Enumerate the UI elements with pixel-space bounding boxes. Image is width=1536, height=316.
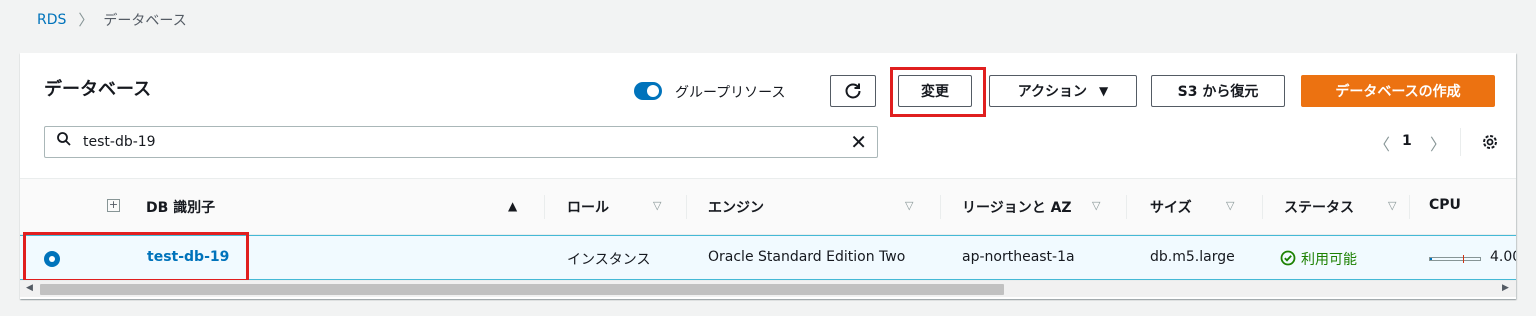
- sort-ascending-icon[interactable]: ▲: [508, 199, 517, 213]
- pagination-page-1[interactable]: 1: [1402, 133, 1412, 149]
- actions-dropdown-button[interactable]: アクション ▼: [989, 75, 1137, 107]
- page-title: データベース: [44, 79, 152, 100]
- scroll-left-icon[interactable]: ◀: [26, 283, 33, 293]
- horizontal-scrollbar[interactable]: ◀ ▶: [20, 280, 1516, 297]
- db-identifier-link[interactable]: test-db-19: [147, 249, 229, 265]
- row-select-radio[interactable]: [44, 251, 60, 267]
- column-divider: [1262, 195, 1263, 219]
- group-resources-label: グループリソース: [675, 85, 786, 101]
- sort-icon[interactable]: ▽: [1092, 199, 1100, 212]
- expand-icon[interactable]: +: [107, 199, 120, 212]
- refresh-button[interactable]: [830, 75, 876, 107]
- divider: [1460, 128, 1461, 156]
- close-icon[interactable]: ✕: [850, 130, 867, 154]
- settings-gear-icon[interactable]: [1481, 133, 1499, 151]
- restore-from-s3-button[interactable]: S3 から復元: [1151, 75, 1285, 107]
- breadcrumb-current: データベース: [103, 12, 187, 29]
- scroll-right-icon[interactable]: ▶: [1502, 283, 1509, 293]
- breadcrumb: RDS 〉 データベース: [37, 9, 187, 30]
- caret-down-icon: ▼: [1099, 84, 1109, 98]
- cell-size: db.m5.large: [1150, 249, 1235, 265]
- databases-panel: データベース グループリソース 変更 アクション ▼ S3 から復元 データベー…: [20, 53, 1516, 299]
- cell-status: 利用可能: [1301, 252, 1357, 268]
- radio-dot: [49, 256, 55, 262]
- sort-icon[interactable]: ▽: [653, 199, 661, 212]
- cell-cpu: 4.00%: [1490, 249, 1516, 265]
- cell-region-az: ap-northeast-1a: [962, 249, 1075, 265]
- search-input[interactable]: test-db-19 ✕: [44, 126, 878, 158]
- search-icon: [57, 132, 71, 146]
- column-divider: [940, 195, 941, 219]
- toggle-knob: [647, 85, 659, 97]
- scrollbar-thumb[interactable]: [40, 284, 1004, 295]
- column-header-role[interactable]: ロール: [567, 197, 609, 217]
- column-header-status[interactable]: ステータス: [1284, 197, 1354, 217]
- modify-button[interactable]: 変更: [898, 75, 972, 107]
- refresh-icon: [845, 83, 861, 99]
- column-divider: [1126, 195, 1127, 219]
- group-resources-toggle[interactable]: [634, 82, 662, 100]
- cell-engine: Oracle Standard Edition Two: [708, 249, 906, 265]
- cpu-usage-bar: [1429, 255, 1481, 263]
- table-row[interactable]: test-db-19 インスタンス Oracle Standard Editio…: [20, 235, 1516, 280]
- column-divider: [544, 195, 545, 219]
- pagination-prev-icon[interactable]: 〈: [1374, 131, 1390, 155]
- column-divider: [1409, 195, 1410, 219]
- column-header-cpu[interactable]: CPU: [1429, 197, 1461, 213]
- column-header-size[interactable]: サイズ: [1150, 197, 1192, 217]
- column-divider: [686, 195, 687, 219]
- search-value: test-db-19: [83, 134, 156, 150]
- sort-icon[interactable]: ▽: [905, 199, 913, 212]
- sort-icon[interactable]: ▽: [1226, 199, 1234, 212]
- check-circle-icon: [1280, 250, 1296, 266]
- cpu-threshold-marker: [1463, 255, 1464, 263]
- cell-role: インスタンス: [567, 252, 651, 268]
- column-header-engine[interactable]: エンジン: [708, 197, 764, 217]
- actions-label: アクション: [1017, 84, 1088, 100]
- create-database-button[interactable]: データベースの作成: [1301, 75, 1495, 107]
- table-header: + DB 識別子 ▲ ロール ▽ エンジン ▽ リージョンと AZ ▽ サイズ …: [20, 178, 1516, 235]
- pagination-next-icon[interactable]: 〉: [1430, 131, 1446, 155]
- cpu-usage-fill: [1430, 258, 1432, 260]
- sort-icon[interactable]: ▽: [1388, 199, 1396, 212]
- column-header-db-identifier[interactable]: DB 識別子: [146, 197, 215, 217]
- breadcrumb-rds-link[interactable]: RDS: [37, 12, 66, 28]
- column-header-region-az[interactable]: リージョンと AZ: [962, 197, 1072, 217]
- breadcrumb-separator-icon: 〉: [78, 11, 94, 29]
